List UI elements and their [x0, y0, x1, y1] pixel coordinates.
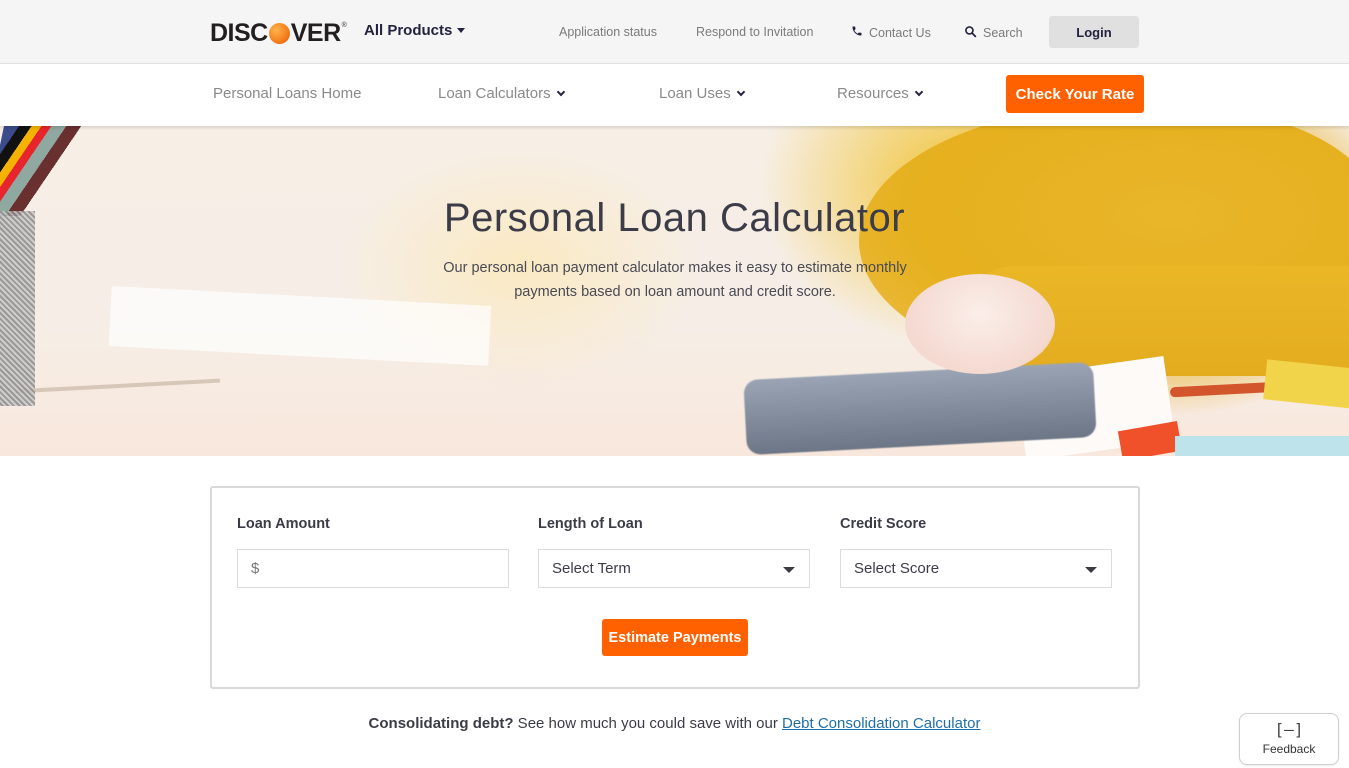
debt-consolidation-calculator-link[interactable]: Debt Consolidation Calculator: [782, 715, 980, 732]
contact-us-link[interactable]: Contact Us: [851, 25, 931, 40]
respond-to-invitation-label: Respond to Invitation: [696, 25, 814, 39]
search-icon: [964, 25, 977, 41]
chevron-down-icon: [736, 87, 745, 96]
consolidation-bold-text: Consolidating debt?: [368, 715, 514, 732]
page-title: Personal Loan Calculator: [443, 196, 906, 240]
contact-us-label: Contact Us: [869, 25, 931, 40]
logo-text-left: DISC: [210, 18, 268, 47]
hero-image-pen: [15, 378, 220, 394]
page-subtitle: Our personal loan payment calculator mak…: [443, 260, 907, 300]
credit-score-label: Credit Score: [840, 516, 927, 532]
respond-to-invitation-link[interactable]: Respond to Invitation: [696, 25, 813, 39]
application-status-label: Application status: [559, 25, 657, 39]
nav-loan-uses[interactable]: Loan Uses: [659, 85, 745, 102]
estimate-payments-button[interactable]: Estimate Payments: [602, 619, 748, 656]
logo-orange-dot-icon: [268, 22, 290, 44]
application-status-link[interactable]: Application status: [559, 25, 657, 39]
nav-label: Loan Calculators: [438, 85, 551, 102]
nav-label: Personal Loans Home: [213, 85, 362, 102]
all-products-dropdown[interactable]: All Products: [364, 22, 466, 39]
phone-icon: [851, 25, 863, 40]
registered-mark: ®: [341, 21, 347, 29]
hero-image-blue-note: [1175, 436, 1349, 456]
credit-score-select[interactable]: Select Score: [840, 549, 1112, 588]
loan-calculator-form: Loan Amount Length of Loan Credit Score …: [210, 486, 1140, 689]
nav-label: Loan Uses: [659, 85, 731, 102]
main-nav: Personal Loans Home Loan Calculators Loa…: [0, 65, 1349, 126]
loan-amount-field[interactable]: [237, 549, 509, 588]
consolidation-text: See how much you could save with our: [513, 715, 782, 732]
length-of-loan-selected: Select Term: [552, 560, 631, 577]
credit-score-selected: Select Score: [854, 560, 940, 577]
nav-loan-calculators[interactable]: Loan Calculators: [438, 85, 565, 102]
length-of-loan-label: Length of Loan: [538, 516, 643, 532]
caret-down-icon: [1085, 567, 1097, 573]
hero-banner: Personal Loan Calculator Our personal lo…: [0, 126, 1349, 456]
logo-text-right: VER: [290, 18, 341, 47]
feedback-label: Feedback: [1262, 742, 1316, 756]
caret-down-icon: [457, 28, 466, 33]
chevron-down-icon: [914, 87, 923, 96]
loan-amount-label: Loan Amount: [237, 516, 330, 532]
nav-label: Resources: [837, 85, 909, 102]
nav-resources[interactable]: Resources: [837, 85, 923, 102]
search-link[interactable]: Search: [964, 25, 1023, 41]
hero-image-sticky-note: [1263, 359, 1349, 409]
utility-bar: DISC VER ® All Products Application status…: [0, 0, 1349, 64]
debt-consolidation-promo: Consolidating debt? See how much you cou…: [0, 715, 1349, 732]
discover-logo[interactable]: DISC VER ®: [210, 18, 347, 47]
chevron-down-icon: [556, 87, 565, 96]
feedback-icon: [–]: [1274, 720, 1304, 739]
caret-down-icon: [783, 567, 795, 573]
login-button[interactable]: Login: [1049, 16, 1139, 48]
nav-personal-loans-home[interactable]: Personal Loans Home: [213, 85, 361, 102]
all-products-label: All Products: [364, 22, 453, 39]
search-label: Search: [983, 26, 1023, 40]
length-of-loan-select[interactable]: Select Term: [538, 549, 810, 588]
loan-amount-input[interactable]: [251, 560, 508, 577]
check-your-rate-button[interactable]: Check Your Rate: [1006, 75, 1144, 113]
feedback-button[interactable]: [–] Feedback: [1239, 713, 1339, 765]
